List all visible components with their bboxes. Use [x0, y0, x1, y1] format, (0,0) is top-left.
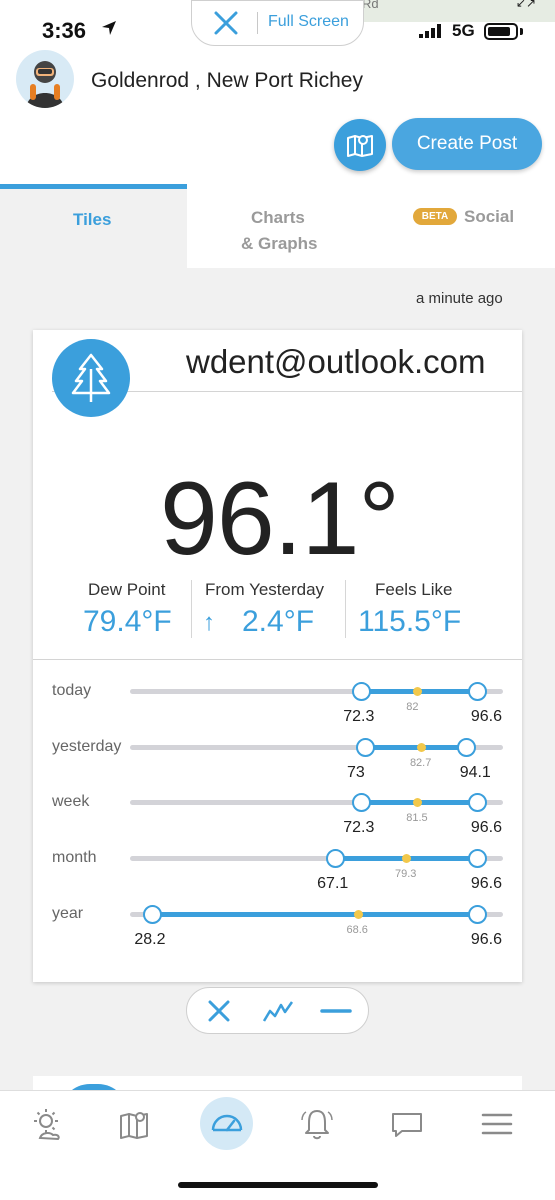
tab-social-label: Social: [464, 207, 515, 226]
range-high-handle: [467, 849, 487, 868]
beta-badge: BETA: [413, 208, 457, 225]
map-icon: [347, 135, 373, 157]
range-low-value: 67.1: [317, 875, 349, 892]
range-label: month: [52, 849, 97, 866]
station-name: wdent@outlook.com: [186, 343, 486, 380]
dew-point-label: Dew Point: [88, 580, 166, 599]
range-average-dot: [416, 743, 426, 752]
range-high-value: 96.6: [470, 819, 503, 836]
bell-icon[interactable]: [297, 1104, 337, 1144]
map-road-label: Rd: [362, 0, 379, 11]
range-label: today: [52, 682, 92, 699]
range-low-handle: [326, 849, 346, 868]
line-chart-icon[interactable]: [262, 999, 294, 1023]
map-button[interactable]: [334, 119, 386, 171]
tree-icon: [71, 353, 111, 402]
close-icon[interactable]: [207, 999, 231, 1023]
range-high-value: 96.6: [470, 875, 503, 892]
current-conditions-tile: [33, 330, 522, 982]
pill-divider: [257, 12, 258, 34]
range-low-value: 73: [346, 764, 365, 781]
range-low-value: 28.2: [134, 931, 166, 948]
range-high-handle: [456, 738, 476, 757]
tab-tiles[interactable]: Tiles: [0, 184, 187, 268]
range-average-value: 82.7: [409, 757, 432, 769]
gauge-icon[interactable]: [207, 1104, 247, 1144]
feels-like-value: 115.5°F: [358, 605, 462, 638]
location-arrow-icon: [102, 21, 116, 35]
signal-icon: [419, 24, 441, 38]
range-label: week: [52, 793, 90, 810]
chat-icon[interactable]: [387, 1104, 427, 1144]
range-high-handle: [467, 793, 487, 812]
stats-divider: [33, 659, 522, 660]
network-type: 5G: [452, 21, 475, 40]
range-average-value: 81.5: [406, 812, 428, 824]
range-low-value: 72.3: [343, 708, 375, 725]
feels-like-label: Feels Like: [375, 580, 453, 599]
weather-sun-icon[interactable]: [28, 1104, 68, 1144]
range-low-value: 72.3: [343, 819, 375, 836]
tile-icon-badge: [52, 339, 130, 417]
battery-tip: [520, 28, 523, 35]
tab-social[interactable]: [371, 184, 555, 268]
range-average-dot: [402, 854, 412, 863]
metric-divider: [191, 580, 192, 638]
minus-icon[interactable]: [320, 999, 352, 1023]
map-icon[interactable]: [115, 1104, 155, 1144]
range-average-dot: [353, 910, 363, 919]
range-average-value: 82: [406, 701, 419, 713]
from-yesterday-label: From Yesterday: [205, 580, 325, 599]
location-title[interactable]: Goldenrod , New Port Richey: [91, 69, 363, 93]
tab-charts-label-line1: Charts: [251, 208, 305, 227]
range-low-handle: [355, 738, 375, 757]
range-high-handle: [467, 905, 487, 924]
metric-divider: [345, 580, 346, 638]
range-high-value: 96.6: [470, 708, 503, 725]
up-arrow-icon: ↑: [203, 609, 215, 636]
tab-charts-label-line2: & Graphs: [241, 234, 318, 253]
status-time: 3:36: [42, 18, 87, 43]
fullscreen-button[interactable]: Full Screen: [268, 13, 349, 31]
from-yesterday-value: 2.4°F: [242, 605, 315, 638]
home-indicator: [178, 1182, 378, 1188]
menu-icon[interactable]: [477, 1104, 517, 1144]
range-average-value: 79.3: [395, 868, 417, 880]
range-high-handle: [467, 682, 487, 701]
range-average-value: 68.6: [346, 924, 368, 936]
avatar[interactable]: [16, 50, 74, 108]
tab-tiles-label: Tiles: [73, 210, 112, 229]
range-fill: [152, 912, 477, 917]
dew-point-value: 79.4°F: [83, 605, 172, 638]
range-label: year: [52, 905, 84, 922]
close-icon[interactable]: [212, 9, 240, 37]
last-updated: a minute ago: [416, 290, 503, 307]
tile-controls: [186, 987, 369, 1034]
range-label: yesterday: [52, 738, 122, 755]
expand-icon[interactable]: ↙↗: [516, 0, 536, 10]
create-post-button[interactable]: Create Post: [392, 118, 542, 170]
range-fill: [364, 745, 466, 750]
range-high-value: 96.6: [470, 931, 503, 948]
range-high-value: 94.1: [459, 764, 491, 781]
current-temperature: 96.1°: [160, 461, 400, 577]
battery-icon: [484, 23, 518, 40]
